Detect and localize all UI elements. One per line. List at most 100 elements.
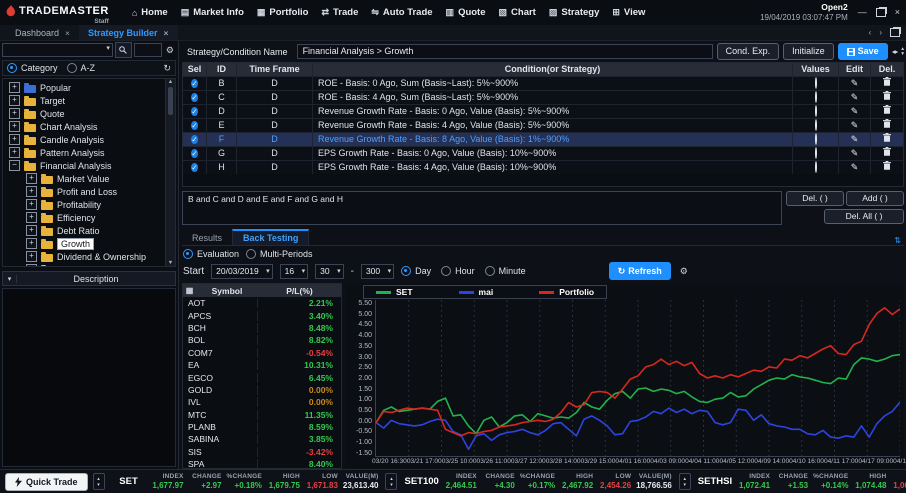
condition-values-cell[interactable] bbox=[793, 77, 839, 90]
condition-edit-cell[interactable]: ✎ bbox=[839, 105, 871, 118]
initialize-button[interactable]: Initialize bbox=[783, 43, 834, 60]
scrollbar-thumb[interactable] bbox=[168, 87, 173, 115]
restore-icon[interactable] bbox=[875, 7, 886, 17]
sidebar-settings-wrench-icon[interactable]: ⚙ bbox=[164, 45, 176, 56]
condition-row-B[interactable]: ✓ B D ROE - Basis: 0 Ago, Sum (Basis~Last):… bbox=[183, 76, 903, 90]
cond-exp-button[interactable]: Cond. Exp. bbox=[716, 43, 780, 60]
condition-select-cell[interactable]: ✓ bbox=[183, 161, 207, 174]
expand-toggle-icon[interactable]: + bbox=[26, 186, 37, 197]
edit-pencil-icon[interactable]: ✎ bbox=[851, 92, 859, 102]
start-hour-select[interactable]: 16 bbox=[279, 263, 309, 279]
condition-delete-cell[interactable] bbox=[871, 147, 903, 160]
tree-item-dividend-ownership[interactable]: + Dividend & Ownership bbox=[3, 250, 175, 263]
selected-check-icon[interactable]: ✓ bbox=[191, 79, 198, 88]
expand-toggle-icon[interactable]: + bbox=[26, 212, 37, 223]
category-search-combobox[interactable] bbox=[2, 43, 113, 57]
market-stepper-control[interactable]: ▴ ▾ bbox=[678, 473, 691, 490]
expand-toggle-icon[interactable]: + bbox=[26, 173, 37, 184]
refresh-categories-icon[interactable]: ↻ bbox=[163, 63, 171, 74]
condition-delete-cell[interactable] bbox=[871, 119, 903, 132]
tree-item-financial-analysis[interactable]: − Financial Analysis bbox=[3, 159, 175, 172]
swap-columns-icon[interactable]: ◂▸ bbox=[892, 47, 898, 56]
condition-row-C[interactable]: ✓ C D ROE - Basis: 4 Ago, Sum (Basis~Last):… bbox=[183, 90, 903, 104]
condition-select-cell[interactable]: ✓ bbox=[183, 91, 207, 104]
condition-values-cell[interactable] bbox=[793, 119, 839, 132]
condition-row-G[interactable]: ✓ G D EPS Growth Rate - Basis: 0 Ago, Value… bbox=[183, 146, 903, 160]
menu-item-trade[interactable]: ⇄ Trade bbox=[321, 7, 358, 18]
radio-minute[interactable]: Minute bbox=[484, 266, 526, 276]
condition-delete-cell[interactable] bbox=[871, 105, 903, 118]
values-radio-icon[interactable] bbox=[814, 147, 817, 159]
expand-toggle-icon[interactable]: + bbox=[26, 238, 37, 249]
stock-row-bol[interactable]: BOL 8.82% bbox=[183, 334, 341, 346]
tab-close-icon[interactable]: × bbox=[164, 28, 169, 38]
expand-toggle-icon[interactable]: + bbox=[9, 134, 20, 145]
tree-item-candle-analysis[interactable]: + Candle Analysis bbox=[3, 133, 175, 146]
condition-edit-cell[interactable]: ✎ bbox=[839, 133, 871, 146]
condition-row-D[interactable]: ✓ D D Revenue Growth Rate - Basis: 0 Ago, V… bbox=[183, 104, 903, 118]
tree-item-debt-ratio[interactable]: + Debt Ratio bbox=[3, 224, 175, 237]
stock-row-apcs[interactable]: APCS 3.40% bbox=[183, 309, 341, 321]
radio-category[interactable]: Category bbox=[7, 63, 58, 73]
condition-delete-cell[interactable] bbox=[871, 133, 903, 146]
condition-row-E[interactable]: ✓ E D Revenue Growth Rate - Basis: 4 Ago, V… bbox=[183, 118, 903, 132]
selected-check-icon[interactable]: ✓ bbox=[191, 107, 198, 116]
scroll-down-icon[interactable]: ▼ bbox=[168, 260, 173, 266]
stock-row-gold[interactable]: GOLD 0.00% bbox=[183, 384, 341, 396]
stock-row-planb[interactable]: PLANB 8.59% bbox=[183, 421, 341, 433]
del-all-button[interactable]: Del. All ( ) bbox=[824, 209, 904, 224]
selected-check-icon[interactable]: ✓ bbox=[191, 121, 198, 130]
selected-check-icon[interactable]: ✓ bbox=[191, 149, 198, 158]
expand-toggle-icon[interactable]: + bbox=[26, 251, 37, 262]
condition-select-cell[interactable]: ✓ bbox=[183, 77, 207, 90]
stock-row-ea[interactable]: EA 10.31% bbox=[183, 359, 341, 371]
tree-item-efficiency[interactable]: + Efficiency bbox=[3, 211, 175, 224]
expand-toggle-icon[interactable]: − bbox=[9, 160, 20, 171]
market-stepper-control[interactable]: ▴ ▾ bbox=[92, 473, 105, 490]
expand-toggle-icon[interactable]: + bbox=[26, 225, 37, 236]
tree-item-market-value[interactable]: + Market Value bbox=[3, 172, 175, 185]
tree-scrollbar[interactable]: ▲ ▼ bbox=[165, 79, 175, 266]
edit-pencil-icon[interactable]: ✎ bbox=[851, 148, 859, 158]
condition-values-cell[interactable] bbox=[793, 161, 839, 174]
condition-edit-cell[interactable]: ✎ bbox=[839, 77, 871, 90]
tab-scroll-right-icon[interactable]: › bbox=[879, 28, 882, 37]
expand-toggle-icon[interactable]: + bbox=[26, 264, 37, 266]
condition-values-cell[interactable] bbox=[793, 133, 839, 146]
condition-delete-cell[interactable] bbox=[871, 77, 903, 90]
stock-row-com7[interactable]: COM7 -0.54% bbox=[183, 347, 341, 359]
tab-back-testing[interactable]: Back Testing bbox=[232, 229, 310, 245]
menu-item-home[interactable]: ⌂ Home bbox=[132, 7, 168, 18]
panel-spinner-icon[interactable]: ▴ ▾ bbox=[901, 47, 904, 56]
stock-row-ivl[interactable]: IVL 0.00% bbox=[183, 396, 341, 408]
radio-a-z[interactable]: A-Z bbox=[66, 63, 95, 73]
tab-dashboard[interactable]: Dashboard × bbox=[6, 25, 79, 40]
condition-select-cell[interactable]: ✓ bbox=[183, 147, 207, 160]
condition-values-cell[interactable] bbox=[793, 91, 839, 104]
backtest-settings-wrench-icon[interactable]: ⚙ bbox=[678, 266, 690, 277]
menu-item-auto-trade[interactable]: ⇋ Auto Trade bbox=[371, 7, 432, 18]
edit-pencil-icon[interactable]: ✎ bbox=[851, 134, 859, 144]
menu-item-strategy[interactable]: ▨ Strategy bbox=[549, 7, 600, 18]
strategy-name-input[interactable]: Financial Analysis > Growth bbox=[296, 44, 713, 59]
condition-values-cell[interactable] bbox=[793, 147, 839, 160]
start-date-select[interactable]: 20/03/2019 bbox=[211, 263, 273, 279]
condition-select-cell[interactable]: ✓ bbox=[183, 105, 207, 118]
tree-item-growth[interactable]: + Growth bbox=[3, 237, 175, 250]
description-panel-header[interactable]: ▾ Description bbox=[2, 271, 176, 286]
expand-toggle-icon[interactable]: + bbox=[9, 95, 20, 106]
edit-pencil-icon[interactable]: ✎ bbox=[851, 78, 859, 88]
tab-layout-icon[interactable] bbox=[890, 28, 900, 37]
search-button[interactable] bbox=[114, 42, 132, 58]
tab-scroll-left-icon[interactable]: ‹ bbox=[869, 28, 872, 37]
save-button[interactable]: Save bbox=[837, 43, 888, 60]
condition-delete-cell[interactable] bbox=[871, 91, 903, 104]
minimize-icon[interactable]: — bbox=[858, 7, 867, 17]
stock-row-aot[interactable]: AOT 2.21% bbox=[183, 297, 341, 309]
stock-row-sis[interactable]: SIS -3.42% bbox=[183, 446, 341, 458]
selected-check-icon[interactable]: ✓ bbox=[191, 135, 198, 144]
stock-row-bch[interactable]: BCH 8.48% bbox=[183, 322, 341, 334]
tree-item-chart-analysis[interactable]: + Chart Analysis bbox=[3, 120, 175, 133]
condition-edit-cell[interactable]: ✎ bbox=[839, 161, 871, 174]
condition-select-cell[interactable]: ✓ bbox=[183, 133, 207, 146]
